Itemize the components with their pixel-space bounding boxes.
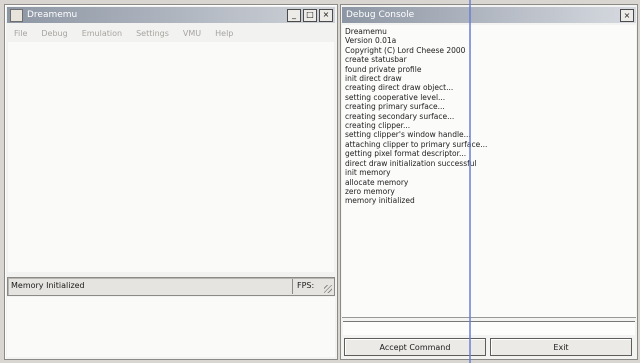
log-line: setting cooperative level... <box>345 92 446 102</box>
log-line: Dreamemu <box>345 27 387 36</box>
log-line: zero memory <box>345 186 395 196</box>
menu-file[interactable]: File <box>14 29 27 38</box>
emulator-display[interactable] <box>8 42 334 272</box>
debug-console-title: Debug Console <box>346 10 415 20</box>
exit-button[interactable]: Exit <box>490 338 632 356</box>
accept-command-button[interactable]: Accept Command <box>344 338 486 356</box>
main-lower-panel <box>7 297 335 357</box>
menu-vmu[interactable]: VMU <box>183 29 201 38</box>
log-line: creating direct draw object... <box>345 83 454 93</box>
log-line: creating clipper... <box>345 121 411 131</box>
log-line: create statusbar <box>345 55 407 65</box>
log-line: Version 0.01a <box>345 36 397 46</box>
resize-grip-icon[interactable] <box>324 285 332 293</box>
log-line: setting clipper's window handle... <box>345 130 471 140</box>
main-title-bar[interactable]: Dreamemu _ □ × <box>7 7 335 23</box>
menu-debug[interactable]: Debug <box>41 29 67 38</box>
fps-label: FPS: <box>297 281 315 290</box>
log-line: attaching clipper to primary surface... <box>345 139 488 149</box>
close-button[interactable]: × <box>319 8 333 22</box>
command-input[interactable] <box>343 321 635 335</box>
log-list: Dreamemu Version 0.01a Copyright (C) Lor… <box>345 27 487 206</box>
log-line: found private profile <box>345 64 422 74</box>
main-window-title: Dreamemu <box>27 10 78 20</box>
log-line: direct draw initialization successful <box>345 158 477 168</box>
debug-log[interactable]: Dreamemu Version 0.01a Copyright (C) Lor… <box>342 25 636 318</box>
main-window: Dreamemu _ □ × File Debug Emulation Sett… <box>4 4 338 360</box>
log-line: creating secondary surface... <box>345 111 455 121</box>
app-icon[interactable] <box>10 8 23 22</box>
debug-title-bar[interactable]: Debug Console × <box>342 7 636 23</box>
screen-artifact-line <box>469 0 471 363</box>
log-line: creating primary surface... <box>345 102 445 112</box>
log-line: memory initialized <box>345 196 415 206</box>
menu-settings[interactable]: Settings <box>136 29 169 38</box>
menu-emulation[interactable]: Emulation <box>82 29 122 38</box>
log-line: init direct draw <box>345 74 402 84</box>
status-message: Memory Initialized <box>11 281 85 290</box>
menu-bar: File Debug Emulation Settings VMU Help <box>8 25 334 41</box>
log-line: getting pixel format descriptor... <box>345 149 467 159</box>
status-bar: Memory Initialized FPS: <box>7 277 335 296</box>
log-line: Copyright (C) Lord Cheese 2000 <box>345 45 466 55</box>
menu-help[interactable]: Help <box>215 29 233 38</box>
log-line: init memory <box>345 168 391 178</box>
status-divider <box>292 279 293 294</box>
debug-close-button[interactable]: × <box>620 8 634 22</box>
minimize-button[interactable]: _ <box>287 8 301 22</box>
maximize-button[interactable]: □ <box>303 8 317 22</box>
debug-console-window: Debug Console × Dreamemu Version 0.01a C… <box>340 4 638 360</box>
log-line: allocate memory <box>345 177 409 187</box>
